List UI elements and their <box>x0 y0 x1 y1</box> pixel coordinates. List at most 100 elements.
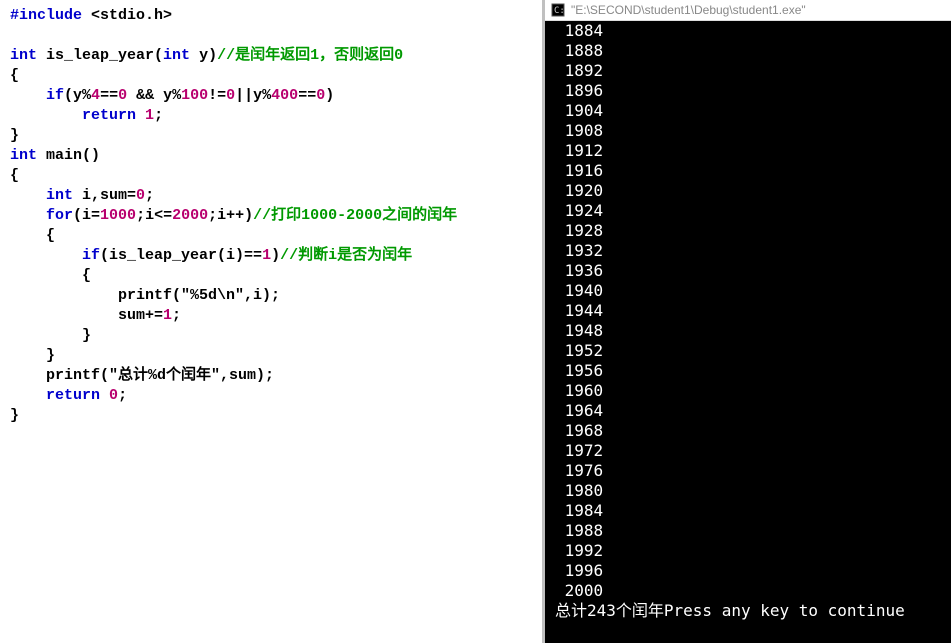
code-token <box>10 207 46 224</box>
console-line: 1944 <box>555 301 941 321</box>
code-token: == <box>100 87 118 104</box>
code-token: } <box>10 407 19 424</box>
code-token: { <box>10 227 55 244</box>
code-line[interactable]: int main() <box>10 146 532 166</box>
code-line[interactable]: { <box>10 166 532 186</box>
code-token: sum+= <box>10 307 163 324</box>
code-token: ; <box>118 387 127 404</box>
code-token: ; <box>172 307 181 324</box>
console-line: 1976 <box>555 461 941 481</box>
code-token: int <box>163 47 190 64</box>
console-line: 1980 <box>555 481 941 501</box>
console-line: 1936 <box>555 261 941 281</box>
code-token: 1000 <box>100 207 136 224</box>
code-token: { <box>10 67 19 84</box>
code-token: { <box>10 267 91 284</box>
console-title: "E:\SECOND\student1\Debug\student1.exe" <box>571 3 806 17</box>
code-token: (i= <box>73 207 100 224</box>
console-line: 1952 <box>555 341 941 361</box>
code-line[interactable]: int is_leap_year(int y)//是闰年返回1，否则返回0 <box>10 46 532 66</box>
code-token: i,sum= <box>73 187 136 204</box>
code-editor[interactable]: #include <stdio.h> int is_leap_year(int … <box>0 0 545 643</box>
code-line[interactable]: if(is_leap_year(i)==1)//判断i是否为闰年 <box>10 246 532 266</box>
code-token <box>10 87 46 104</box>
code-token: <stdio.h> <box>82 7 172 24</box>
code-line[interactable]: for(i=1000;i<=2000;i++)//打印1000-2000之间的闰… <box>10 206 532 226</box>
code-line[interactable] <box>10 26 532 46</box>
code-token: ;i<= <box>136 207 172 224</box>
code-token: int <box>46 187 73 204</box>
svg-text:C:\: C:\ <box>554 6 565 16</box>
code-token: #include <box>10 7 82 24</box>
code-line[interactable]: { <box>10 226 532 246</box>
code-token: if <box>82 247 100 264</box>
code-line[interactable]: } <box>10 326 532 346</box>
console-line: 1904 <box>555 101 941 121</box>
code-token: ; <box>145 187 154 204</box>
console-line: 1988 <box>555 521 941 541</box>
code-token: 4 <box>91 87 100 104</box>
code-token: 0 <box>109 387 118 404</box>
code-token: 1 <box>145 107 154 124</box>
code-token: ||y% <box>235 87 271 104</box>
console-line: 1956 <box>555 361 941 381</box>
code-line[interactable]: } <box>10 126 532 146</box>
console-summary-line: 总计243个闰年Press any key to continue <box>555 601 941 621</box>
console-window: C:\ "E:\SECOND\student1\Debug\student1.e… <box>545 0 951 643</box>
code-line[interactable]: return 1; <box>10 106 532 126</box>
code-line[interactable]: { <box>10 266 532 286</box>
code-line[interactable]: if(y%4==0 && y%100!=0||y%400==0) <box>10 86 532 106</box>
console-line: 1884 <box>555 21 941 41</box>
code-token: 2000 <box>172 207 208 224</box>
code-token: //判断i是否为闰年 <box>280 247 412 264</box>
code-line[interactable]: printf("%5d\n",i); <box>10 286 532 306</box>
console-line: 1896 <box>555 81 941 101</box>
code-token: { <box>10 167 19 184</box>
code-token <box>100 387 109 404</box>
code-token <box>10 187 46 204</box>
code-token: 0 <box>316 87 325 104</box>
code-line[interactable]: sum+=1; <box>10 306 532 326</box>
console-line: 1932 <box>555 241 941 261</box>
console-line: 1892 <box>555 61 941 81</box>
console-line: 1960 <box>555 381 941 401</box>
code-token: 0 <box>118 87 127 104</box>
code-line[interactable]: { <box>10 66 532 86</box>
code-token <box>10 247 82 264</box>
code-token: printf( <box>10 367 109 384</box>
code-token: != <box>208 87 226 104</box>
code-token: ,i); <box>244 287 280 304</box>
code-token: for <box>46 207 73 224</box>
code-token: return <box>82 107 136 124</box>
console-output[interactable]: 1884 1888 1892 1896 1904 1908 1912 1916 … <box>545 21 951 643</box>
code-token <box>136 107 145 124</box>
console-line: 1924 <box>555 201 941 221</box>
code-line[interactable]: printf("总计%d个闰年",sum); <box>10 366 532 386</box>
code-token: } <box>10 347 55 364</box>
code-token: printf( <box>10 287 181 304</box>
console-line: 1888 <box>555 41 941 61</box>
code-line[interactable]: int i,sum=0; <box>10 186 532 206</box>
code-token: //是闰年返回1，否则返回0 <box>217 47 403 64</box>
code-line[interactable]: } <box>10 406 532 426</box>
console-line: 1928 <box>555 221 941 241</box>
code-line[interactable]: return 0; <box>10 386 532 406</box>
code-token: ) <box>325 87 334 104</box>
console-line: 1912 <box>555 141 941 161</box>
console-line: 1948 <box>555 321 941 341</box>
code-token: y) <box>190 47 217 64</box>
code-token: } <box>10 127 19 144</box>
code-token: ) <box>271 247 280 264</box>
console-line: 1920 <box>555 181 941 201</box>
code-line[interactable]: #include <stdio.h> <box>10 6 532 26</box>
console-line: 1908 <box>555 121 941 141</box>
code-token: && y% <box>127 87 181 104</box>
console-line: 1996 <box>555 561 941 581</box>
console-titlebar[interactable]: C:\ "E:\SECOND\student1\Debug\student1.e… <box>545 0 951 21</box>
code-token: ,sum); <box>220 367 274 384</box>
code-token: 0 <box>136 187 145 204</box>
code-token: main() <box>37 147 100 164</box>
code-line[interactable]: } <box>10 346 532 366</box>
console-line: 1916 <box>555 161 941 181</box>
code-token: (y% <box>64 87 91 104</box>
